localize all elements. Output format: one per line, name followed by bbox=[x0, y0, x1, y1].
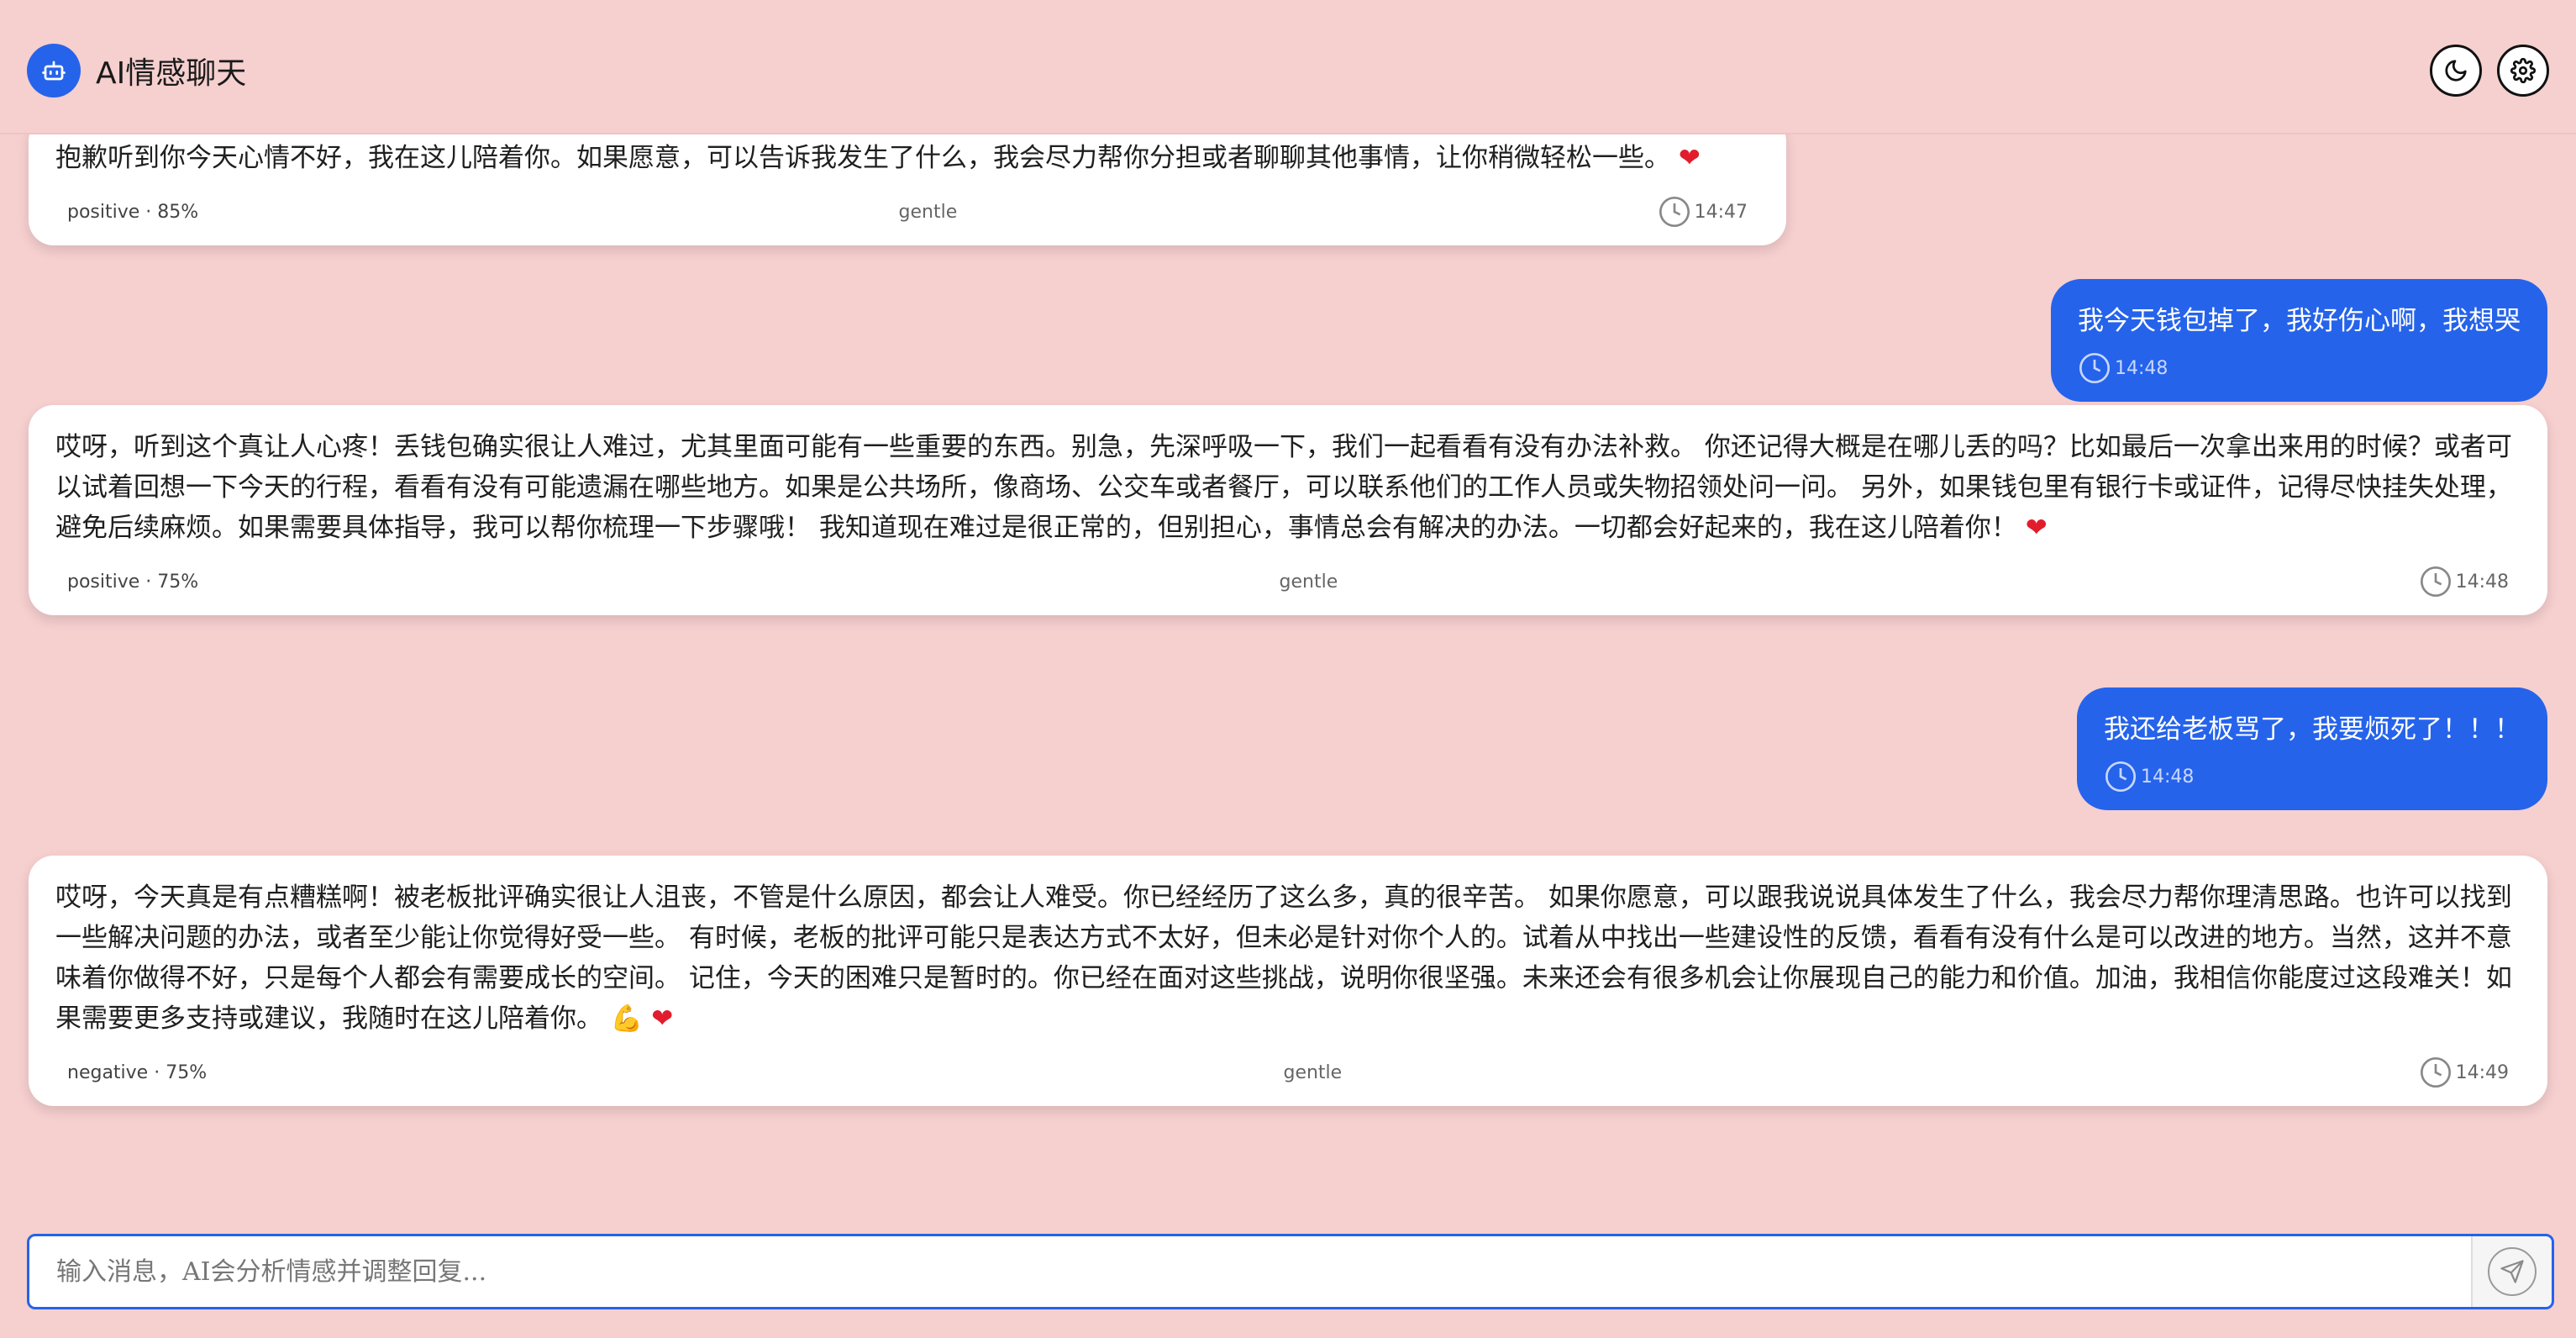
app-header: AI情感聊天 bbox=[0, 8, 2576, 134]
timestamp: 14:49 bbox=[2419, 1056, 2509, 1089]
heart-emoji: ❤ bbox=[2025, 513, 2048, 543]
moon-icon bbox=[2445, 60, 2467, 82]
message-text: 我还给老板骂了，我要烦死了！！！ bbox=[2104, 714, 2521, 745]
app-title: AI情感聊天 bbox=[96, 56, 247, 91]
tone-label: gentle bbox=[898, 201, 958, 223]
message-input[interactable] bbox=[29, 1236, 2471, 1307]
message-meta: positive · 85% gentle 14:47 bbox=[55, 195, 1759, 229]
message-text: 哎呀，听到这个真让人心疼！丢钱包确实很让人难过，尤其里面可能有一些重要的东西。别… bbox=[55, 432, 2512, 543]
timestamp: 14:47 bbox=[1658, 195, 1748, 229]
user-message: 我还给老板骂了，我要烦死了！！！ 14:48 bbox=[2077, 687, 2547, 810]
message-meta: positive · 75% gentle 14:48 bbox=[55, 565, 2521, 598]
clock-icon bbox=[1659, 197, 1690, 227]
app-window: AI情感聊天 抱歉听到你今天心情不好，我在这儿陪着你。如果愿意，可以告诉我发生了… bbox=[0, 0, 2576, 1338]
message-composer bbox=[27, 1234, 2554, 1309]
gear-icon bbox=[2510, 58, 2536, 83]
theme-toggle-button[interactable] bbox=[2430, 45, 2482, 97]
timestamp: 14:48 bbox=[2419, 565, 2509, 598]
timestamp: 14:48 bbox=[2078, 351, 2521, 385]
paper-plane-icon bbox=[2500, 1260, 2524, 1283]
header-actions bbox=[2430, 45, 2549, 97]
ai-message: 哎呀，听到这个真让人心疼！丢钱包确实很让人难过，尤其里面可能有一些重要的东西。别… bbox=[29, 405, 2547, 615]
timestamp: 14:48 bbox=[2104, 760, 2521, 793]
sentiment-label: positive · 85% bbox=[67, 201, 199, 223]
clock-icon bbox=[2079, 353, 2110, 383]
message-text: 我今天钱包掉了，我好伤心啊，我想哭 bbox=[2078, 306, 2521, 336]
ai-message: 哎呀，今天真是有点糟糕啊！被老板批评确实很让人沮丧，不管是什么原因，都会让人难受… bbox=[29, 856, 2547, 1106]
tone-label: gentle bbox=[1279, 571, 1338, 593]
clock-icon bbox=[2105, 761, 2136, 792]
user-message: 我今天钱包掉了，我好伤心啊，我想哭 14:48 bbox=[2051, 279, 2547, 402]
message-list[interactable]: 抱歉听到你今天心情不好，我在这儿陪着你。如果愿意，可以告诉我发生了什么，我会尽力… bbox=[0, 128, 2576, 1204]
ai-message: 抱歉听到你今天心情不好，我在这儿陪着你。如果愿意，可以告诉我发生了什么，我会尽力… bbox=[29, 128, 1786, 245]
heart-emoji: ❤ bbox=[1678, 143, 1701, 173]
send-button[interactable] bbox=[2488, 1247, 2537, 1296]
muscle-heart-emoji: 💪 ❤ bbox=[610, 1003, 674, 1034]
message-text: 抱歉听到你今天心情不好，我在这儿陪着你。如果愿意，可以告诉我发生了什么，我会尽力… bbox=[55, 143, 1701, 173]
clock-icon bbox=[2420, 566, 2451, 597]
sentiment-label: negative · 75% bbox=[67, 1061, 208, 1083]
settings-button[interactable] bbox=[2497, 45, 2549, 97]
message-text: 哎呀，今天真是有点糟糕啊！被老板批评确实很让人沮丧，不管是什么原因，都会让人难受… bbox=[55, 882, 2512, 1034]
message-meta: negative · 75% gentle 14:49 bbox=[55, 1056, 2521, 1089]
tone-label: gentle bbox=[1283, 1061, 1343, 1083]
robot-icon bbox=[27, 44, 81, 97]
send-area bbox=[2471, 1236, 2552, 1307]
sentiment-label: positive · 75% bbox=[67, 571, 199, 593]
clock-icon bbox=[2420, 1057, 2451, 1088]
